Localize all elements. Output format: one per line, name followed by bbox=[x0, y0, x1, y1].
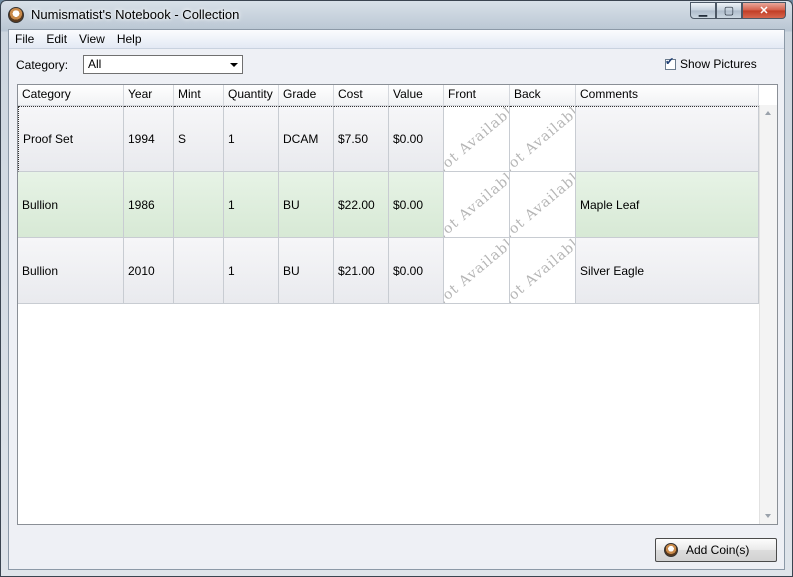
grid-header: Category Year Mint Quantity Grade Cost V… bbox=[18, 85, 759, 106]
add-coins-label: Add Coin(s) bbox=[686, 543, 750, 557]
column-header-quantity[interactable]: Quantity bbox=[224, 85, 279, 105]
cell-category[interactable]: Proof Set bbox=[18, 106, 124, 172]
cell-back-image[interactable]: Not Available bbox=[510, 106, 576, 172]
grid-rows: Proof Set 1994 S 1 DCAM $7.50 $0.00 Not … bbox=[18, 106, 759, 304]
menu-file[interactable]: File bbox=[9, 30, 40, 48]
menu-help[interactable]: Help bbox=[111, 30, 148, 48]
cell-mint[interactable] bbox=[174, 172, 224, 238]
column-header-back[interactable]: Back bbox=[510, 85, 576, 105]
show-pictures-toggle[interactable]: ✔ Show Pictures bbox=[665, 56, 757, 71]
cell-mint[interactable]: S bbox=[174, 106, 224, 172]
cell-quantity[interactable]: 1 bbox=[224, 172, 279, 238]
client-area: File Edit View Help Category: All ✔ Show… bbox=[8, 29, 785, 570]
column-header-year[interactable]: Year bbox=[124, 85, 174, 105]
cell-front-image[interactable]: Not Available bbox=[444, 172, 510, 238]
checkmark-icon: ✔ bbox=[665, 55, 675, 68]
cell-grade[interactable]: DCAM bbox=[279, 106, 334, 172]
front-not-available: Not Available bbox=[444, 172, 510, 238]
cell-quantity[interactable]: 1 bbox=[224, 238, 279, 304]
cell-value[interactable]: $0.00 bbox=[389, 172, 444, 238]
back-not-available: Not Available bbox=[510, 172, 576, 238]
column-header-mint[interactable]: Mint bbox=[174, 85, 224, 105]
category-filter-select[interactable]: All bbox=[83, 55, 243, 74]
cell-year[interactable]: 1986 bbox=[124, 172, 174, 238]
cell-year[interactable]: 2010 bbox=[124, 238, 174, 304]
caption-buttons: ▁ ▢ ✕ bbox=[690, 2, 786, 21]
show-pictures-label: Show Pictures bbox=[680, 57, 757, 71]
cell-quantity[interactable]: 1 bbox=[224, 106, 279, 172]
table-row[interactable]: Proof Set 1994 S 1 DCAM $7.50 $0.00 Not … bbox=[18, 106, 759, 172]
table-row[interactable]: Bullion 1986 1 BU $22.00 $0.00 Not Avail… bbox=[18, 172, 759, 238]
menu-view[interactable]: View bbox=[73, 30, 111, 48]
show-pictures-checkbox[interactable]: ✔ bbox=[665, 56, 676, 70]
cell-cost[interactable]: $7.50 bbox=[334, 106, 389, 172]
column-header-cost[interactable]: Cost bbox=[334, 85, 389, 105]
coin-icon bbox=[664, 543, 678, 557]
back-not-available: Not Available bbox=[510, 106, 576, 172]
column-header-category[interactable]: Category bbox=[18, 85, 124, 105]
cell-back-image[interactable]: Not Available bbox=[510, 238, 576, 304]
vertical-scrollbar[interactable] bbox=[759, 105, 777, 524]
back-not-available: Not Available bbox=[510, 238, 576, 304]
category-filter-label: Category: bbox=[16, 58, 69, 72]
cell-cost[interactable]: $22.00 bbox=[334, 172, 389, 238]
cell-back-image[interactable]: Not Available bbox=[510, 172, 576, 238]
close-button[interactable]: ✕ bbox=[742, 2, 786, 19]
category-filter-value: All bbox=[88, 57, 102, 71]
cell-year[interactable]: 1994 bbox=[124, 106, 174, 172]
maximize-button[interactable]: ▢ bbox=[716, 2, 742, 19]
front-not-available: Not Available bbox=[444, 238, 510, 304]
cell-comments[interactable] bbox=[576, 106, 759, 172]
menu-bar: File Edit View Help bbox=[9, 30, 784, 49]
cell-value[interactable]: $0.00 bbox=[389, 238, 444, 304]
add-coins-button[interactable]: Add Coin(s) bbox=[655, 538, 777, 562]
cell-front-image[interactable]: Not Available bbox=[444, 238, 510, 304]
front-not-available: Not Available bbox=[444, 106, 510, 172]
window-title: Numismatist's Notebook - Collection bbox=[31, 7, 240, 22]
cell-grade[interactable]: BU bbox=[279, 238, 334, 304]
cell-category[interactable]: Bullion bbox=[18, 172, 124, 238]
cell-value[interactable]: $0.00 bbox=[389, 106, 444, 172]
cell-comments[interactable]: Maple Leaf bbox=[576, 172, 759, 238]
minimize-button[interactable]: ▁ bbox=[690, 2, 716, 19]
app-window: Numismatist's Notebook - Collection ▁ ▢ … bbox=[0, 0, 793, 577]
scroll-down-arrow-icon[interactable] bbox=[765, 514, 771, 518]
column-header-front[interactable]: Front bbox=[444, 85, 510, 105]
title-bar[interactable]: Numismatist's Notebook - Collection ▁ ▢ … bbox=[1, 1, 792, 29]
dropdown-arrow-icon[interactable] bbox=[230, 63, 238, 67]
coin-app-icon[interactable] bbox=[8, 7, 24, 23]
column-header-value[interactable]: Value bbox=[389, 85, 444, 105]
cell-mint[interactable] bbox=[174, 238, 224, 304]
column-header-comments[interactable]: Comments bbox=[576, 85, 759, 105]
table-row[interactable]: Bullion 2010 1 BU $21.00 $0.00 Not Avail… bbox=[18, 238, 759, 304]
cell-front-image[interactable]: Not Available bbox=[444, 106, 510, 172]
cell-grade[interactable]: BU bbox=[279, 172, 334, 238]
cell-category[interactable]: Bullion bbox=[18, 238, 124, 304]
menu-edit[interactable]: Edit bbox=[40, 30, 73, 48]
column-header-grade[interactable]: Grade bbox=[279, 85, 334, 105]
cell-comments[interactable]: Silver Eagle bbox=[576, 238, 759, 304]
cell-cost[interactable]: $21.00 bbox=[334, 238, 389, 304]
collection-grid[interactable]: Category Year Mint Quantity Grade Cost V… bbox=[17, 84, 778, 525]
scroll-up-arrow-icon[interactable] bbox=[765, 111, 771, 115]
